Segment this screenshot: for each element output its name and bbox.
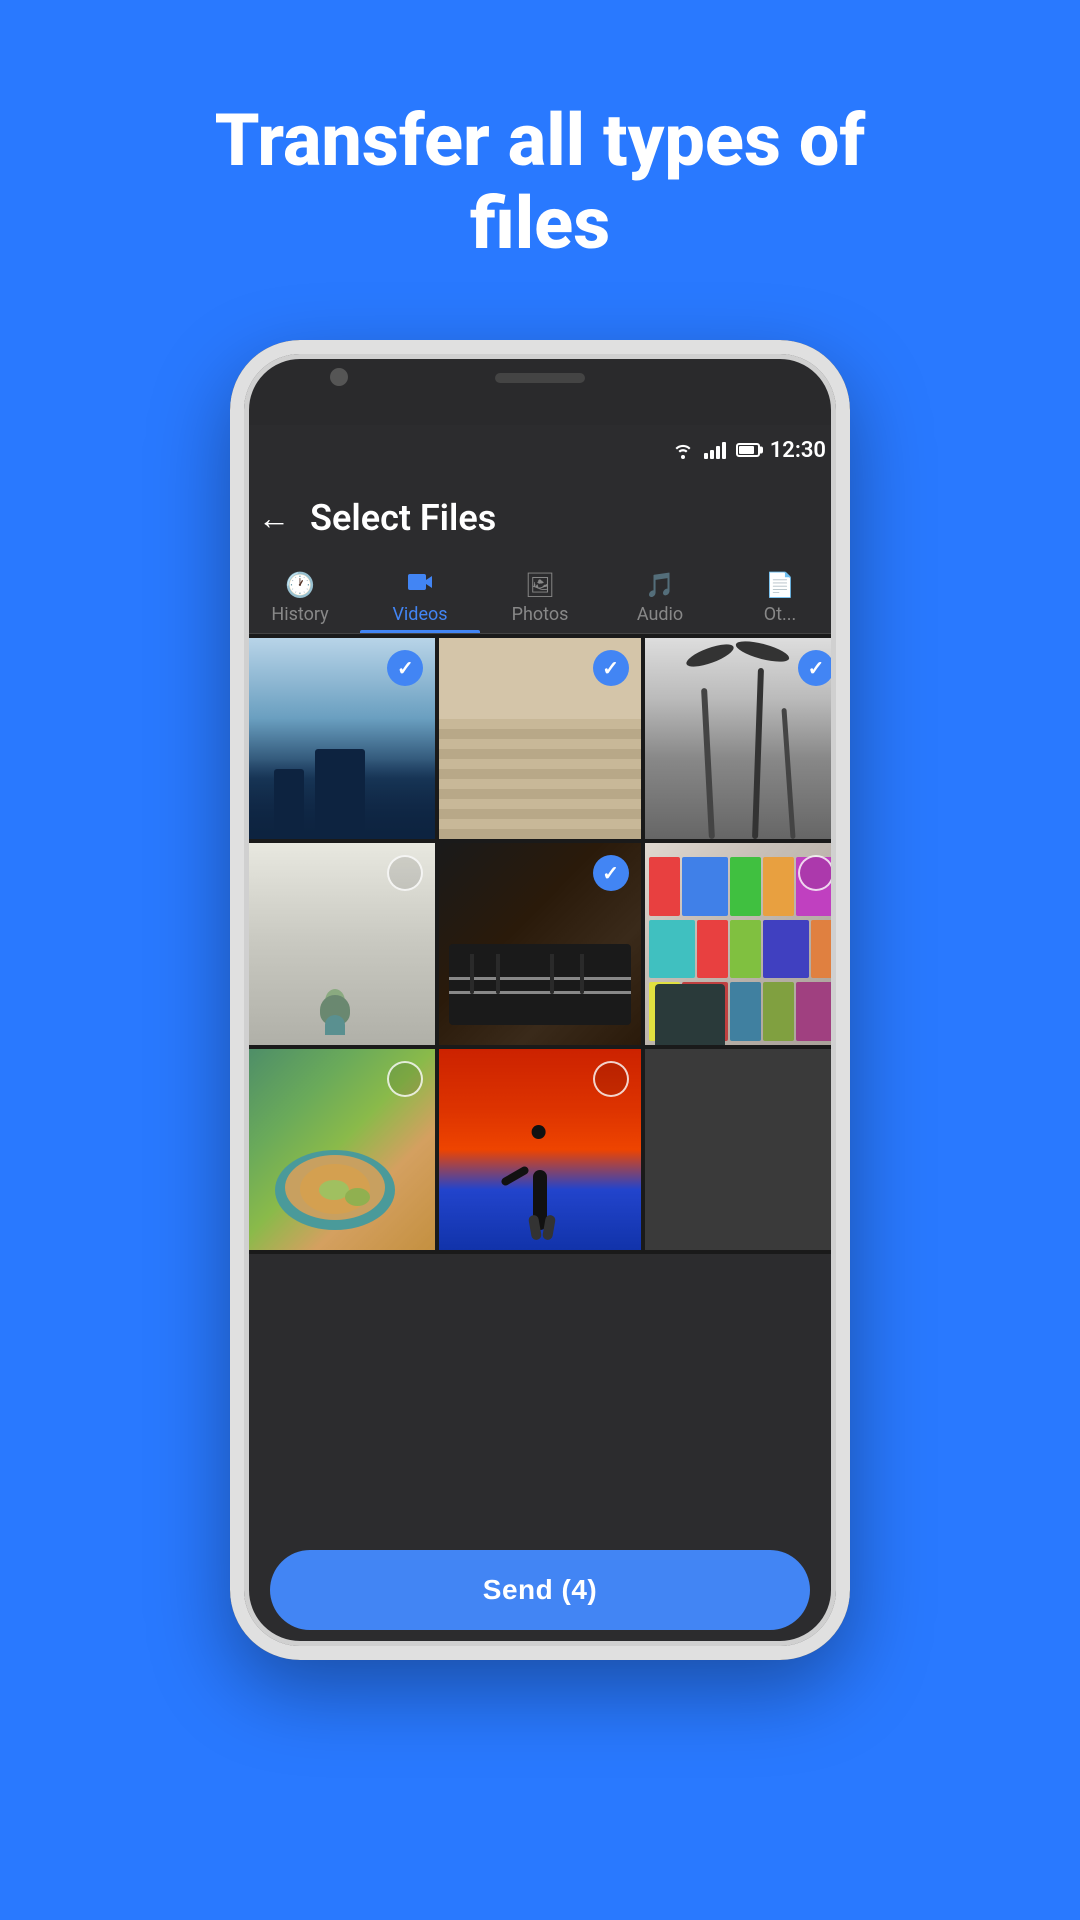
battery-icon: [736, 443, 760, 457]
headline: Transfer all types of files: [135, 100, 946, 266]
tab-audio[interactable]: 🎵 Audio: [600, 561, 720, 633]
select-circle-2[interactable]: ✓: [593, 650, 629, 686]
grid-cell-5[interactable]: ✓: [439, 843, 640, 1044]
photos-tab-label: Photos: [512, 604, 569, 625]
tab-videos[interactable]: Videos: [360, 561, 480, 633]
history-tab-label: History: [271, 604, 328, 625]
videos-tab-icon: [407, 571, 433, 599]
send-button[interactable]: Send (4): [270, 1550, 810, 1630]
videos-tab-label: Videos: [392, 604, 447, 625]
audio-tab-icon: 🎵: [645, 571, 675, 599]
tab-other[interactable]: 📄 Ot...: [720, 561, 840, 633]
history-tab-icon: 🕐: [285, 571, 315, 599]
status-time: 12:30: [770, 438, 826, 463]
signal-icon: [704, 441, 726, 459]
grid-cell-3[interactable]: ✓: [645, 638, 846, 839]
audio-tab-label: Audio: [637, 604, 683, 625]
grid-cell-4[interactable]: [234, 843, 435, 1044]
tabs-bar: 🕐 History Videos 🖼 Photos: [230, 561, 850, 634]
select-circle-7[interactable]: [387, 1061, 423, 1097]
app-title: Select Files: [310, 497, 496, 539]
grid-cell-1[interactable]: ✓: [234, 638, 435, 839]
back-button[interactable]: ←: [258, 499, 290, 537]
media-grid: ✓ ✓ ✓: [230, 634, 850, 1254]
bottom-bar: Send (4): [230, 1550, 850, 1630]
photos-tab-icon: 🖼: [525, 571, 555, 599]
status-bar: 12:30: [230, 425, 850, 475]
wifi-icon: [672, 441, 694, 459]
select-circle-5[interactable]: ✓: [593, 855, 629, 891]
phone-speaker: [495, 373, 585, 383]
phone-camera: [330, 368, 348, 386]
tab-photos[interactable]: 🖼 Photos: [480, 561, 600, 633]
other-tab-icon: 📄: [765, 571, 795, 599]
select-circle-8[interactable]: [593, 1061, 629, 1097]
grid-cell-8[interactable]: [439, 1049, 640, 1250]
grid-cell-2[interactable]: ✓: [439, 638, 640, 839]
grid-cell-6[interactable]: [645, 843, 846, 1044]
other-tab-label: Ot...: [764, 604, 797, 625]
select-circle-3[interactable]: ✓: [798, 650, 834, 686]
phone-screen: 12:30 ← Select Files 🕐 History: [230, 425, 850, 1660]
phone-shell: 12:30 ← Select Files 🕐 History: [230, 340, 850, 1660]
phone-wrapper: 12:30 ← Select Files 🕐 History: [230, 340, 850, 1660]
app-bar: ← Select Files: [230, 475, 850, 561]
grid-cell-7[interactable]: [234, 1049, 435, 1250]
phone-hardware-top: [230, 340, 850, 425]
grid-cell-9: [645, 1049, 846, 1250]
tab-history[interactable]: 🕐 History: [240, 561, 360, 633]
